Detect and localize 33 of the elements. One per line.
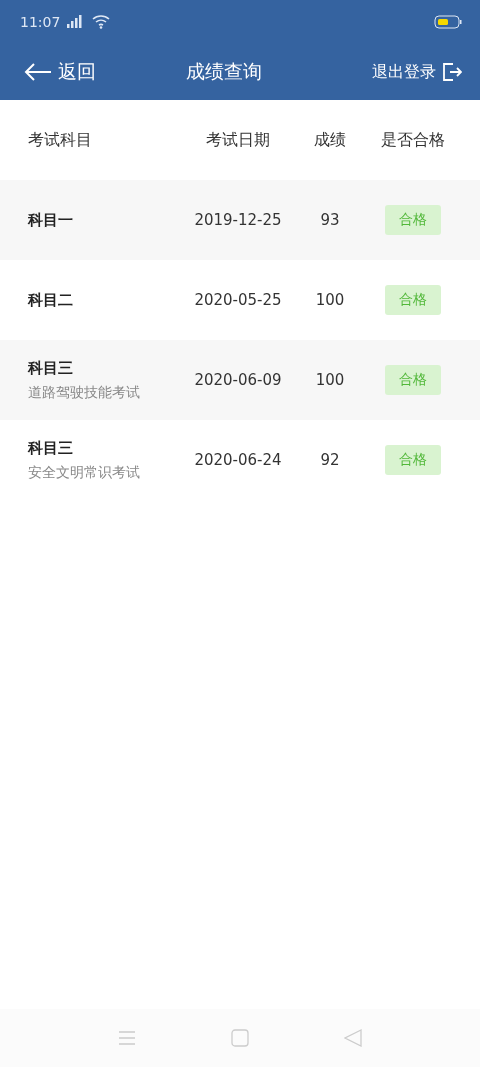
- exam-date: 2020-05-25: [193, 291, 283, 309]
- column-header: 是否合格: [380, 129, 446, 151]
- back-icon[interactable]: [344, 1029, 362, 1047]
- result-badge: 合格: [385, 365, 441, 395]
- back-arrow-icon: [24, 63, 52, 81]
- exam-date: 2019-12-25: [193, 211, 283, 229]
- logout-icon: [442, 62, 462, 82]
- result-badge: 合格: [385, 445, 441, 475]
- logout-button[interactable]: 退出登录: [372, 61, 462, 83]
- battery-icon: [434, 15, 462, 29]
- page-title: 成绩查询: [185, 59, 263, 84]
- home-icon[interactable]: [231, 1029, 249, 1047]
- subject-name: 科目三: [28, 358, 74, 378]
- column-header: 考试科目: [28, 129, 93, 151]
- subject-subtitle: 安全文明常识考试: [28, 463, 141, 482]
- menu-icon[interactable]: [118, 1030, 136, 1046]
- subject-name: 科目一: [28, 210, 74, 230]
- column-header: 考试日期: [205, 129, 271, 151]
- wifi-icon: [92, 15, 111, 29]
- exam-score: 100: [314, 371, 346, 389]
- status-time: 11:07: [20, 14, 61, 30]
- exam-date: 2020-06-09: [193, 371, 283, 389]
- exam-score: 100: [314, 291, 346, 309]
- exam-date: 2020-06-24: [193, 451, 283, 469]
- column-header: 成绩: [313, 129, 347, 151]
- subject-name: 科目二: [28, 290, 74, 310]
- exam-score: 92: [319, 451, 341, 469]
- result-badge: 合格: [385, 285, 441, 315]
- back-button[interactable]: 返回: [24, 59, 96, 85]
- subject-subtitle: 道路驾驶技能考试: [28, 383, 141, 402]
- exam-score: 93: [319, 211, 341, 229]
- result-badge: 合格: [385, 205, 441, 235]
- subject-name: 科目三: [28, 438, 74, 458]
